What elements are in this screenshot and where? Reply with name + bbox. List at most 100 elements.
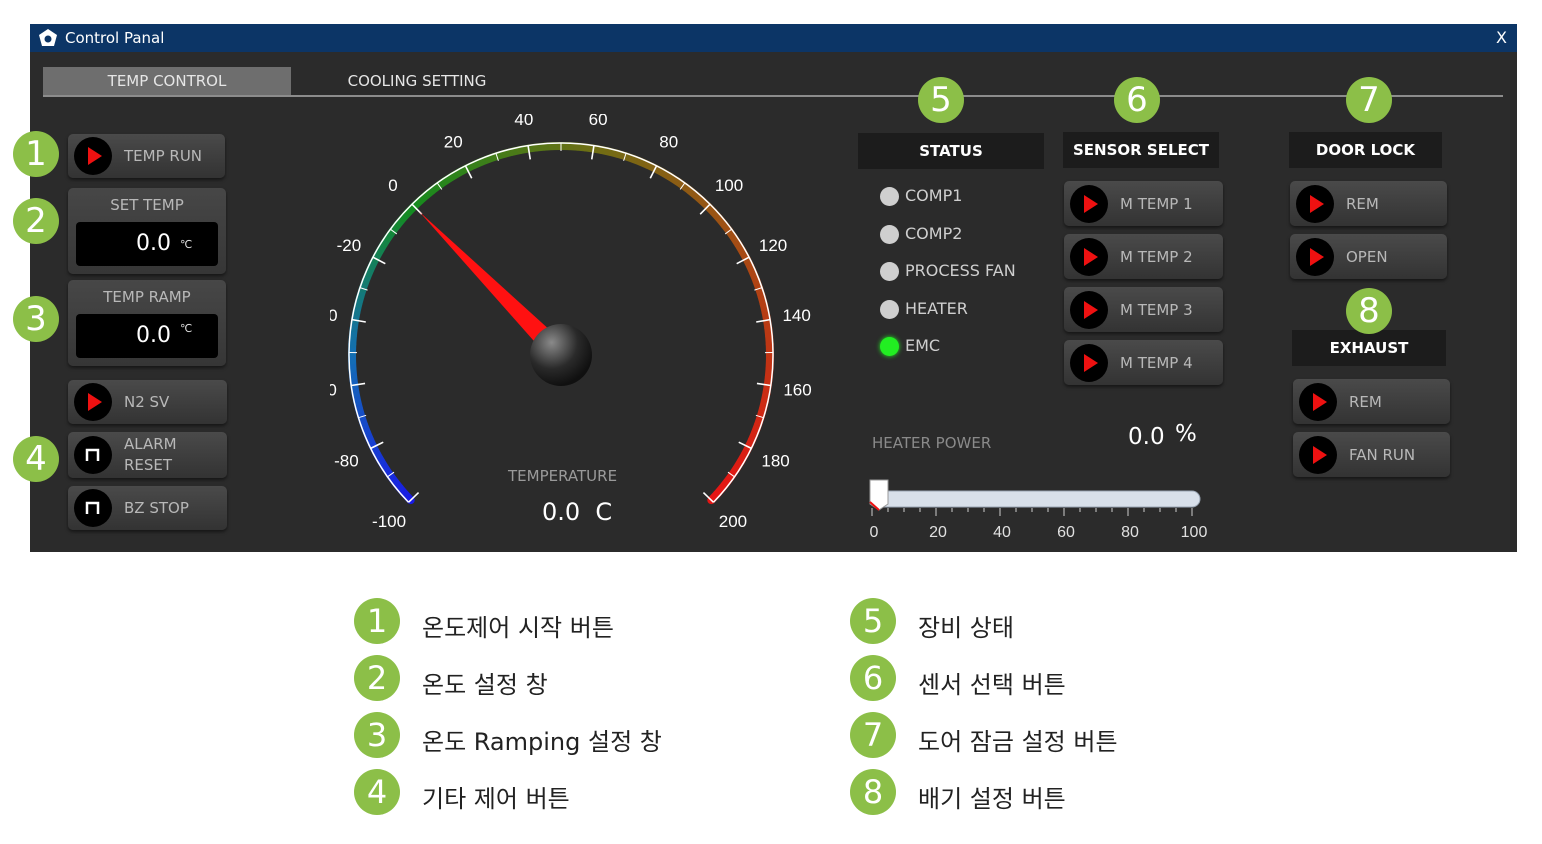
alarm-reset-button[interactable]: ALARM RESET xyxy=(68,432,227,478)
sensor-select-header: SENSOR SELECT xyxy=(1063,132,1219,168)
heater-power-tick-label: 100 xyxy=(1181,524,1208,541)
heater-power-tick-label: 20 xyxy=(929,524,947,541)
gauge-tick-label: 120 xyxy=(759,236,787,255)
sensor-button-m-temp-4-label: M TEMP 4 xyxy=(1120,353,1193,372)
n2-sv-button[interactable]: N2 SV xyxy=(68,380,227,424)
sensor-button-m-temp-1-label: M TEMP 1 xyxy=(1120,194,1193,213)
status-item-emc: EMC xyxy=(880,336,1040,358)
close-button[interactable]: X xyxy=(1496,28,1507,47)
legend-number: 5 xyxy=(850,598,896,644)
gauge-tick-label: 140 xyxy=(782,306,810,325)
alarm-reset-label-line2: RESET xyxy=(124,456,173,474)
temp-ramp-panel: TEMP RAMP 0.0 ℃ xyxy=(68,280,226,366)
gauge-color-band xyxy=(348,142,774,505)
legend-number: 4 xyxy=(354,769,400,815)
temp-run-button[interactable]: TEMP RUN xyxy=(68,134,225,178)
door-lock-button-rem[interactable]: REM xyxy=(1290,181,1447,226)
temp-ramp-input[interactable]: 0.0 ℃ xyxy=(76,314,218,358)
sensor-button-m-temp-2[interactable]: M TEMP 2 xyxy=(1064,234,1223,279)
set-temp-input[interactable]: 0.0 ℃ xyxy=(76,222,218,266)
callout-badge-3: 3 xyxy=(13,296,59,342)
heater-power-track xyxy=(871,490,1201,508)
heater-power-tick-label: 0 xyxy=(870,524,879,541)
sensor-button-m-temp-3[interactable]: M TEMP 3 xyxy=(1064,287,1223,332)
legend-text: 센서 선택 버튼 xyxy=(918,671,1066,699)
exhaust-button-rem[interactable]: REM xyxy=(1293,379,1450,424)
status-label: COMP2 xyxy=(905,223,963,243)
temp-ramp-value: 0.0 xyxy=(136,323,171,348)
status-label: PROCESS FAN xyxy=(905,261,1016,280)
title-bar: Control Panal X xyxy=(30,24,1517,52)
door-lock-button-open[interactable]: OPEN xyxy=(1290,234,1447,279)
temp-ramp-unit: ℃ xyxy=(180,322,193,335)
set-temp-label: SET TEMP xyxy=(110,196,184,214)
heater-power-bar: 0 20 40 60 80 100 xyxy=(869,479,1208,541)
gauge-readout: 0.0 C xyxy=(542,498,613,526)
set-temp-unit: ℃ xyxy=(180,238,193,251)
sensor-button-m-temp-4[interactable]: M TEMP 4 xyxy=(1064,340,1223,385)
temp-ramp-label: TEMP RAMP xyxy=(103,288,191,306)
control-panel-window: Control Panal X TEMP CONTROL COOLING SET… xyxy=(30,24,1517,552)
play-icon xyxy=(1070,343,1108,382)
sensor-button-m-temp-1[interactable]: M TEMP 1 xyxy=(1064,181,1223,226)
callout-badge-8: 8 xyxy=(1346,288,1392,334)
callout-badge-6: 6 xyxy=(1114,77,1160,123)
gauge-tick-label: 0 xyxy=(388,176,397,195)
status-item-process-fan: PROCESS FAN xyxy=(880,261,1040,283)
exhaust-button-fan-run[interactable]: FAN RUN xyxy=(1293,432,1450,477)
legend-text: 온도 설정 창 xyxy=(422,671,548,699)
sensor-button-m-temp-3-label: M TEMP 3 xyxy=(1120,300,1193,319)
legend-text: 온도제어 시작 버튼 xyxy=(422,614,614,642)
status-led-icon xyxy=(880,224,899,244)
status-led-icon xyxy=(880,299,899,319)
status-item-comp2: COMP2 xyxy=(880,224,1040,246)
gauge-tick-label: -80 xyxy=(334,451,359,470)
n2-sv-label: N2 SV xyxy=(124,393,170,411)
gauge-tick-label: 180 xyxy=(761,451,789,470)
gauge-tick-label: -100 xyxy=(372,512,406,531)
gauge-tick-label: 200 xyxy=(719,512,747,531)
callout-badge-4: 4 xyxy=(13,436,59,482)
status-item-comp1: COMP1 xyxy=(880,186,1040,208)
gauge-tick-label: 160 xyxy=(783,380,811,399)
legend-text: 온도 Ramping 설정 창 xyxy=(422,728,662,756)
sensor-button-m-temp-2-label: M TEMP 2 xyxy=(1120,247,1193,266)
window-title: Control Panal xyxy=(65,29,165,47)
door-lock-header: DOOR LOCK xyxy=(1289,132,1442,168)
status-label: COMP1 xyxy=(905,186,963,205)
legend-text: 도어 잠금 설정 버튼 xyxy=(918,728,1118,756)
status-led-icon xyxy=(880,262,899,281)
alarm-reset-label-line1: ALARM xyxy=(124,435,177,453)
legend-text: 기타 제어 버튼 xyxy=(422,785,570,813)
tab-cooling-setting[interactable]: COOLING SETTING xyxy=(292,67,542,95)
play-icon xyxy=(1296,184,1334,223)
set-temp-value: 0.0 xyxy=(136,231,171,256)
gauge-tick-label: -20 xyxy=(337,236,362,255)
play-icon xyxy=(1070,290,1108,329)
app-logo-icon xyxy=(39,29,57,46)
bz-stop-label: BZ STOP xyxy=(124,499,189,517)
play-icon xyxy=(1070,184,1108,223)
callout-badge-2: 2 xyxy=(13,198,59,244)
callout-badge-7: 7 xyxy=(1346,77,1392,123)
gauge-tick-label: 80 xyxy=(659,133,678,152)
tab-temp-control[interactable]: TEMP CONTROL xyxy=(43,67,291,95)
temp-run-label: TEMP RUN xyxy=(124,147,203,165)
play-icon xyxy=(74,383,112,421)
pulse-icon xyxy=(74,489,112,527)
exhaust-button-fan-run-label: FAN RUN xyxy=(1349,445,1416,464)
gauge-tick-label: 20 xyxy=(444,133,463,152)
play-icon xyxy=(1070,237,1108,276)
tab-divider xyxy=(43,95,1503,97)
status-led-icon xyxy=(880,337,899,356)
gauge-tick-label: 40 xyxy=(514,114,533,129)
legend-number: 1 xyxy=(354,598,400,644)
status-item-heater: HEATER xyxy=(880,299,1040,321)
legend-number: 6 xyxy=(850,655,896,701)
exhaust-button-rem-label: REM xyxy=(1349,392,1382,411)
heater-power-tick-label: 60 xyxy=(1057,524,1075,541)
gauge-hub xyxy=(530,324,592,386)
bz-stop-button[interactable]: BZ STOP xyxy=(68,486,227,530)
play-icon xyxy=(1299,435,1337,474)
gauge-arc xyxy=(348,142,774,503)
